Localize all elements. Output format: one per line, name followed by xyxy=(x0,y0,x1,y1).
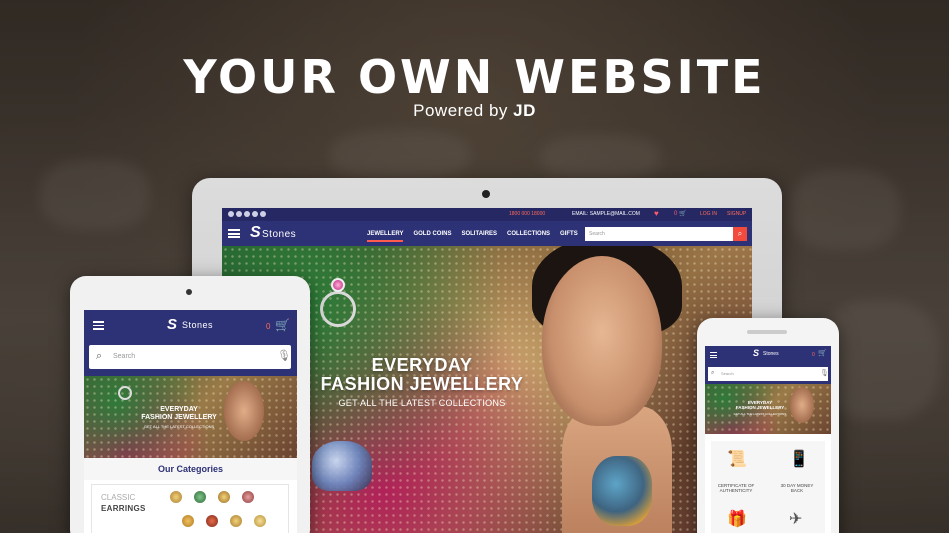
tablet-mockup: S Stones 0 🛒 ⌕ Search 🎙 EVERYDAY FASHION… xyxy=(70,276,310,533)
twitter-icon[interactable] xyxy=(236,211,242,217)
camera-icon xyxy=(186,289,192,295)
search-icon: ⌕ xyxy=(96,350,103,362)
logo-text[interactable]: Stones xyxy=(262,229,296,240)
earring-image xyxy=(194,491,206,503)
logo-icon[interactable]: S xyxy=(250,224,261,242)
logo-icon[interactable]: S xyxy=(753,348,759,358)
phone-mockup: S Stones 0 🛒 ⌕ Search 🎙 EVERYDAY FASHION… xyxy=(697,318,839,533)
earring-image xyxy=(206,515,218,527)
banner-title: EVERYDAY FASHION JEWELLERY xyxy=(141,406,217,421)
phone-search-bar: ⌕ Search 🎙 xyxy=(705,364,831,384)
search-placeholder: Search xyxy=(113,353,136,360)
cart-icon[interactable]: 0 🛒 xyxy=(674,210,686,217)
cart-icon[interactable]: 🛒 xyxy=(275,318,290,332)
speaker-icon xyxy=(747,330,787,334)
microphone-icon[interactable]: 🎙 xyxy=(277,349,291,362)
earring-image xyxy=(254,515,266,527)
earring-image xyxy=(218,491,230,503)
hamburger-menu-icon[interactable] xyxy=(228,229,240,238)
topbar-email[interactable]: EMAIL: SAMPLE@MAIL.COM xyxy=(572,211,640,217)
banner-title: EVERYDAY FASHION JEWELLERY xyxy=(320,355,524,394)
nav-gold-coins[interactable]: GOLD COINS xyxy=(413,231,451,242)
pinterest-icon[interactable] xyxy=(260,211,266,217)
microphone-icon[interactable]: 🎙 xyxy=(820,369,829,377)
banner-title: EVERYDAY FASHION JEWELLERY xyxy=(735,400,785,410)
feature-label-certificate: CERTIFICATE OF AUTHENTICITY xyxy=(717,483,755,493)
category-card-earrings[interactable]: CLASSIC EARRINGS xyxy=(91,484,289,533)
search-input[interactable]: Search xyxy=(585,227,733,241)
earring-image xyxy=(242,491,254,503)
search-input[interactable]: ⌕ Search 🎙 xyxy=(708,367,829,381)
features-section: 📜 CERTIFICATE OF AUTHENTICITY 📱 30 DAY M… xyxy=(711,441,825,533)
hamburger-menu-icon[interactable] xyxy=(93,321,104,330)
phone-site: S Stones 0 🛒 ⌕ Search 🎙 EVERYDAY FASHION… xyxy=(705,346,831,533)
signup-link[interactable]: SIGNUP xyxy=(727,211,746,217)
brooch-image xyxy=(312,441,372,491)
tablet-search-bar: ⌕ Search 🎙 xyxy=(84,340,297,376)
search-icon[interactable]: ⌕ xyxy=(733,227,747,241)
earring-image xyxy=(170,491,182,503)
search-input[interactable]: ⌕ Search 🎙 xyxy=(89,345,291,369)
desktop-topbar: 1800 000 18000 EMAIL: SAMPLE@MAIL.COM ♥ … xyxy=(222,208,752,221)
cart-count: 0 xyxy=(266,322,271,331)
nav-solitaires[interactable]: SOLITAIRES xyxy=(461,231,497,242)
linkedin-icon[interactable] xyxy=(252,211,258,217)
tablet-navbar: S Stones 0 🛒 xyxy=(84,310,297,340)
wishlist-icon[interactable]: ♥ xyxy=(654,209,659,218)
desktop-navbar: S Stones JEWELLERY GOLD COINS SOLITAIRES… xyxy=(222,221,752,246)
search-placeholder: Search xyxy=(721,371,734,376)
feature-label-money-back: 30 DAY MONEY BACK xyxy=(780,483,814,493)
cart-icon[interactable]: 🛒 xyxy=(818,349,827,357)
social-icons xyxy=(228,211,266,217)
earring-image xyxy=(230,515,242,527)
facebook-icon[interactable] xyxy=(228,211,234,217)
nav-collections[interactable]: COLLECTIONS xyxy=(507,231,550,242)
cart-count: 0 xyxy=(812,352,815,358)
googleplus-icon[interactable] xyxy=(244,211,250,217)
certificate-icon: 📜 xyxy=(727,451,747,468)
main-nav: JEWELLERY GOLD COINS SOLITAIRES COLLECTI… xyxy=(367,231,578,242)
ring-image xyxy=(320,291,356,327)
page-subheadline: Powered by JD xyxy=(0,101,949,121)
hamburger-menu-icon[interactable] xyxy=(710,352,717,358)
earring-image xyxy=(182,515,194,527)
phone-hero-banner[interactable]: EVERYDAY FASHION JEWELLERY GET ALL THE L… xyxy=(705,384,831,434)
brand-name: JD xyxy=(513,101,536,120)
gift-icon: 🎁 xyxy=(727,511,747,528)
tablet-hero-banner[interactable]: EVERYDAY FASHION JEWELLERY GET ALL THE L… xyxy=(84,376,297,458)
topbar-phone[interactable]: 1800 000 18000 xyxy=(509,211,545,217)
tablet-site: S Stones 0 🛒 ⌕ Search 🎙 EVERYDAY FASHION… xyxy=(84,310,297,533)
page-headline: YOUR OWN WEBSITE xyxy=(183,50,766,104)
ring-gem-image xyxy=(331,278,345,292)
necklace-image xyxy=(592,456,652,526)
logo-icon[interactable]: S xyxy=(167,316,177,333)
model-face-image xyxy=(542,256,662,426)
category-title: EARRINGS xyxy=(101,504,146,513)
banner-subtitle: GET ALL THE LATEST COLLECTIONS xyxy=(143,424,215,429)
nav-jewellery[interactable]: JEWELLERY xyxy=(367,231,404,242)
phone-navbar: S Stones 0 🛒 xyxy=(705,346,831,364)
shipping-icon: ✈ xyxy=(789,511,803,528)
powered-by-text: Powered by xyxy=(413,101,508,120)
banner-subtitle[interactable]: GET ALL THE LATEST COLLECTIONS xyxy=(302,398,542,408)
camera-icon xyxy=(482,190,490,198)
money-back-icon: 📱 xyxy=(789,451,809,468)
nav-gifts[interactable]: GIFTS xyxy=(560,231,578,242)
logo-text[interactable]: Stones xyxy=(763,351,779,357)
logo-text[interactable]: Stones xyxy=(182,320,213,330)
login-link[interactable]: LOG IN xyxy=(700,211,717,217)
category-subtitle: CLASSIC xyxy=(101,493,136,502)
search-icon: ⌕ xyxy=(711,370,715,376)
categories-heading: Our Categories xyxy=(84,458,297,480)
banner-subtitle: GET ALL THE LATEST COLLECTIONS xyxy=(733,412,787,416)
ring-image xyxy=(118,386,132,400)
